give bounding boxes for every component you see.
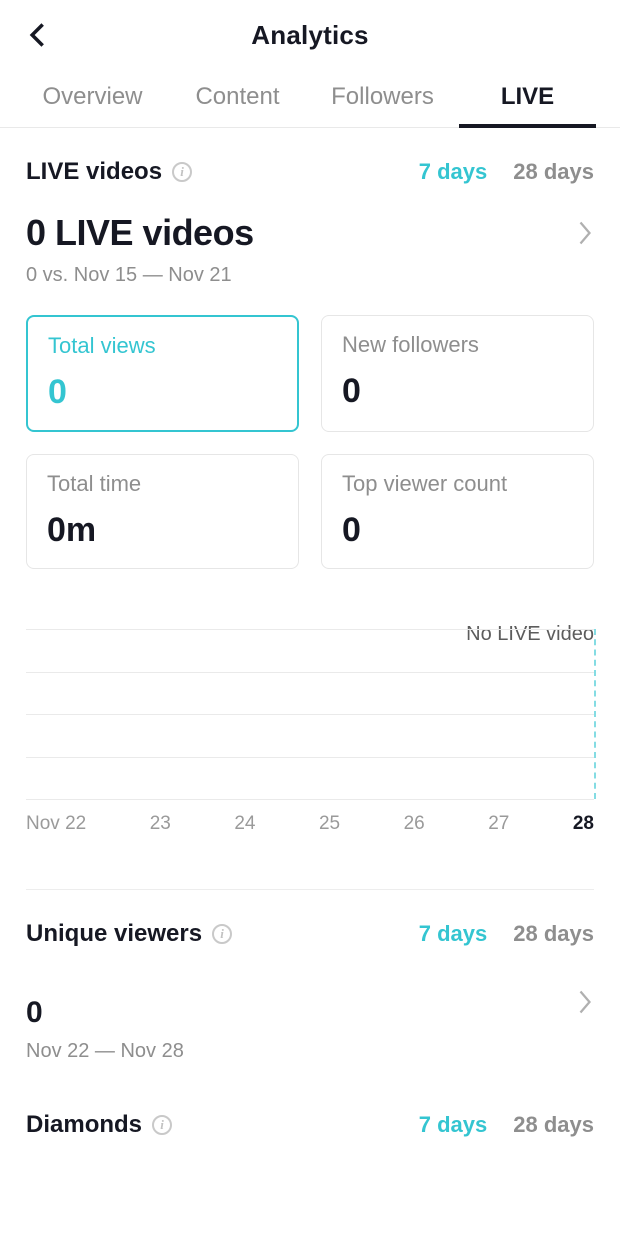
tab-content[interactable]: Content bbox=[165, 83, 310, 127]
range-28days[interactable]: 28 days bbox=[513, 1112, 594, 1138]
card-label: Total views bbox=[48, 333, 277, 359]
section-unique-viewers: Unique viewers i 7 days 28 days 0 Nov 22… bbox=[0, 890, 620, 1063]
card-total-views[interactable]: Total views 0 bbox=[26, 315, 299, 432]
xaxis-label: 23 bbox=[150, 813, 171, 835]
chart-gridline bbox=[26, 757, 594, 758]
card-value: 0m bbox=[47, 511, 278, 550]
diamonds-title: Diamonds bbox=[26, 1111, 142, 1139]
page-title: Analytics bbox=[251, 20, 368, 51]
app-header: Analytics bbox=[0, 0, 620, 70]
xaxis-label: 27 bbox=[488, 813, 509, 835]
info-icon[interactable]: i bbox=[152, 1115, 172, 1135]
unique-viewers-row[interactable]: 0 bbox=[26, 974, 594, 1030]
tab-overview[interactable]: Overview bbox=[20, 83, 165, 127]
chart-gridline bbox=[26, 629, 594, 630]
xaxis-label: 25 bbox=[319, 813, 340, 835]
range-7days[interactable]: 7 days bbox=[419, 159, 488, 185]
range-7days[interactable]: 7 days bbox=[419, 1112, 488, 1138]
card-label: Total time bbox=[47, 471, 278, 497]
card-new-followers[interactable]: New followers 0 bbox=[321, 315, 594, 432]
xaxis-label: 24 bbox=[234, 813, 255, 835]
info-icon[interactable]: i bbox=[212, 924, 232, 944]
live-videos-title: LIVE videos bbox=[26, 158, 162, 186]
chart-xaxis: Nov 22 23 24 25 26 27 28 bbox=[26, 813, 594, 835]
tab-live[interactable]: LIVE bbox=[455, 83, 600, 127]
stat-cards: Total views 0 New followers 0 Total time… bbox=[26, 315, 594, 569]
card-value: 0 bbox=[48, 373, 277, 412]
chart-marker bbox=[594, 629, 596, 799]
unique-viewers-range: Nov 22 — Nov 28 bbox=[26, 1040, 594, 1063]
live-videos-headline: 0 LIVE videos bbox=[26, 212, 254, 254]
xaxis-label: 26 bbox=[404, 813, 425, 835]
range-toggle-unique: 7 days 28 days bbox=[419, 921, 594, 947]
section-live-videos: LIVE videos i 7 days 28 days 0 LIVE vide… bbox=[0, 128, 620, 835]
chart-area[interactable] bbox=[26, 629, 594, 799]
card-value: 0 bbox=[342, 511, 573, 550]
unique-viewers-value: 0 bbox=[26, 996, 43, 1030]
chart-gridline bbox=[26, 714, 594, 715]
card-label: Top viewer count bbox=[342, 471, 573, 497]
info-icon[interactable]: i bbox=[172, 162, 192, 182]
range-7days[interactable]: 7 days bbox=[419, 921, 488, 947]
live-videos-comparison: 0 vs. Nov 15 — Nov 21 bbox=[26, 264, 594, 287]
tab-bar: Overview Content Followers LIVE bbox=[0, 70, 620, 128]
range-28days[interactable]: 28 days bbox=[513, 921, 594, 947]
tab-followers[interactable]: Followers bbox=[310, 83, 455, 127]
card-total-time[interactable]: Total time 0m bbox=[26, 454, 299, 569]
unique-viewers-title: Unique viewers bbox=[26, 920, 202, 948]
card-label: New followers bbox=[342, 332, 573, 358]
card-top-viewer-count[interactable]: Top viewer count 0 bbox=[321, 454, 594, 569]
live-chart: No LIVE video Nov 22232425262728 bbox=[26, 629, 594, 835]
range-28days[interactable]: 28 days bbox=[513, 159, 594, 185]
card-value: 0 bbox=[342, 372, 573, 411]
back-icon[interactable] bbox=[24, 21, 52, 49]
range-toggle-diamonds: 7 days 28 days bbox=[419, 1112, 594, 1138]
chart-gridline bbox=[26, 799, 594, 800]
range-toggle-live: 7 days 28 days bbox=[419, 159, 594, 185]
chart-gridline bbox=[26, 672, 594, 673]
xaxis-label: Nov 22 bbox=[26, 813, 86, 835]
chevron-right-icon bbox=[576, 987, 594, 1017]
section-diamonds: Diamonds i 7 days 28 days bbox=[0, 1063, 620, 1139]
live-videos-summary-row[interactable]: 0 LIVE videos bbox=[26, 212, 594, 254]
xaxis-label: 28 bbox=[573, 813, 594, 835]
chevron-right-icon bbox=[576, 218, 594, 248]
